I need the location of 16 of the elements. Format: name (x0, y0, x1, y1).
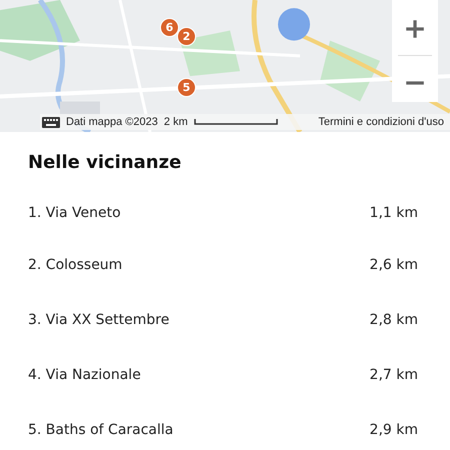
distance: 1,1 km (370, 205, 418, 221)
scale-label: 2 km (164, 116, 188, 128)
section-title: Nelle vicinanze (28, 152, 182, 173)
keyboard-icon[interactable] (42, 116, 60, 128)
place-name: 3. Via XX Settembre (28, 312, 170, 328)
map-data-text: Dati mappa ©2023 (66, 116, 158, 128)
distance: 2,9 km (370, 422, 418, 438)
place-name: 1. Via Veneto (28, 205, 121, 221)
terms-link[interactable]: Termini e condizioni d'uso (318, 116, 444, 128)
distance: 2,8 km (370, 312, 418, 328)
zoom-in-icon[interactable] (404, 18, 426, 40)
distance: 2,6 km (370, 256, 418, 272)
place-name: 4. Via Nazionale (28, 366, 141, 382)
place-name: 2. Colosseum (28, 256, 122, 272)
place-name: 5. Baths of Caracalla (28, 422, 174, 438)
distance: 2,7 km (370, 366, 418, 382)
